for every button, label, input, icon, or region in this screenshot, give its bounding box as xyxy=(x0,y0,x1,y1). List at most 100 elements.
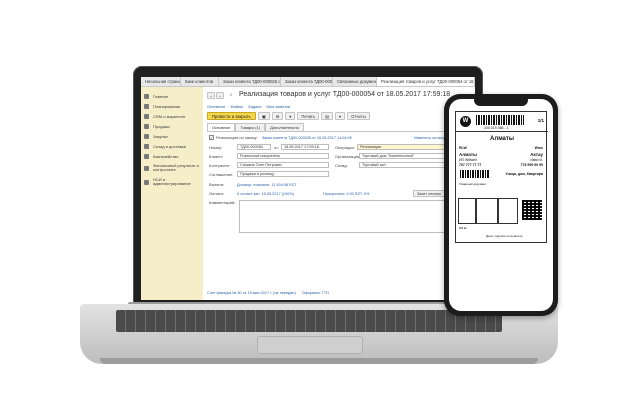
post-icon[interactable]: ⊞ xyxy=(271,112,284,120)
touchpad xyxy=(257,336,363,354)
tab-bank[interactable]: Банк клиентов xyxy=(181,77,219,86)
sidebar-item-purchases[interactable]: Закупки xyxy=(141,131,203,141)
payment-offset-button[interactable]: Зачет оплаты xyxy=(413,190,445,197)
attach-icon[interactable]: ▤ xyxy=(321,112,333,120)
keyboard xyxy=(116,310,502,332)
tab-sales[interactable]: Реализация товаров и услуг ТД00-000054 о… xyxy=(377,77,475,86)
shipping-label: W 200 019 366 - 1 1/1 Алматы RLW Алматы … xyxy=(455,111,548,243)
org-label: Организация: xyxy=(335,153,361,159)
chart-icon xyxy=(144,165,149,171)
more-dropdown[interactable]: ▾ xyxy=(335,112,346,120)
invoice-link[interactable]: Счет фактура № 60 от 18 мая 2017 г. (не … xyxy=(207,291,296,295)
from-label: от: xyxy=(274,144,280,150)
sidebar-item-finance[interactable]: Финансовый результат и контроллинг xyxy=(141,161,203,175)
link-tasks[interactable]: Задачи xyxy=(248,104,261,109)
sidebar-item-warehouse[interactable]: Склад и доставка xyxy=(141,141,203,151)
sidebar-item-planning[interactable]: Планирование xyxy=(141,101,203,111)
print-button[interactable]: Печать xyxy=(297,112,320,120)
sidebar-item-treasury[interactable]: Казначейство xyxy=(141,151,203,161)
sidebar-item-sales[interactable]: Продажи xyxy=(141,121,203,131)
operation-select[interactable]: Реализация xyxy=(357,144,453,150)
tab-bar: Начальная страница Банк клиентов Заказ к… xyxy=(141,77,475,87)
sidebar-item-admin[interactable]: НСИ и администрирование xyxy=(141,175,203,189)
contractor-label: Контрагент: xyxy=(209,162,231,168)
sender-phone: 707 777 77 77 xyxy=(459,163,482,167)
agreement-field[interactable]: Продажи в розницу xyxy=(237,171,329,177)
save-icon[interactable]: ▣ xyxy=(257,112,270,120)
number-label: Номер: xyxy=(209,144,223,150)
signature-note: Дата, подпись получателя xyxy=(486,234,523,238)
phone-notch xyxy=(474,99,528,106)
sidebar-item-label: Казначейство xyxy=(153,153,179,159)
sidebar: Главное Планирование CRM и маркетинг Про… xyxy=(141,87,203,300)
section-links: Основное Файлы Задачи Мои заметки xyxy=(207,104,290,109)
org-field[interactable]: Торговый дом "Комплексный" xyxy=(359,153,455,159)
warehouse-field[interactable]: Торговый зал xyxy=(359,162,455,168)
label-cell-3 xyxy=(498,198,518,224)
menu-icon xyxy=(144,93,149,99)
ttn-link[interactable]: Оформить ТТН xyxy=(302,291,329,295)
basket-icon xyxy=(144,133,149,139)
payment-link[interactable]: К оплате зап. 18.05.2017 (100%) xyxy=(237,192,323,196)
sidebar-item-crm[interactable]: CRM и маркетинг xyxy=(141,111,203,121)
link-main[interactable]: Основное xyxy=(207,104,225,109)
cart-icon xyxy=(144,123,149,129)
sidebar-item-label: Закупки xyxy=(153,133,168,139)
number-field[interactable]: ТД00-000054 xyxy=(237,144,271,150)
qr-code xyxy=(522,200,542,220)
currency-link[interactable]: Договор: в валюте, 11 504.98 RZT xyxy=(237,183,297,187)
page-title: Реализация товаров и услуг ТД00-000054 о… xyxy=(239,91,451,98)
back-button[interactable]: ← xyxy=(207,92,215,99)
order-link[interactable]: Заказ клиента ТД00-000026 от 16.05.2017 … xyxy=(262,136,414,140)
logo-icon: W xyxy=(460,116,471,127)
contractor-field[interactable]: Сизиков Олег Петрович xyxy=(237,162,329,168)
people-icon xyxy=(144,113,149,119)
post-and-close-button[interactable]: Провести и закрыть xyxy=(207,112,256,120)
tab-order-2[interactable]: Заказ клиента ТД00-000026 от ... xyxy=(281,77,333,86)
sidebar-item-label: Финансовый результат и контроллинг xyxy=(153,163,199,172)
barcode-number: 200 019 366 - 1 xyxy=(484,126,509,130)
recipient-city: Актау xyxy=(530,152,543,157)
operation-label: Операция: xyxy=(335,144,355,150)
form-area: ✓ Реализация по заказу Заказ клиента ТД0… xyxy=(207,131,471,281)
link-notes[interactable]: Мои заметки xyxy=(266,104,290,109)
sidebar-item-label: Главное xyxy=(153,93,169,99)
sidebar-item-label: Планирование xyxy=(153,103,181,109)
recipient-name: Иван И. xyxy=(530,158,543,162)
create-based-button[interactable]: ▾ xyxy=(285,112,296,120)
sidebar-item-label: Продажи xyxy=(153,123,170,129)
client-field[interactable]: Розничный покупатель xyxy=(237,153,329,159)
calendar-icon xyxy=(144,103,149,109)
warehouse-label: Склад: xyxy=(335,162,348,168)
reports-button[interactable]: Отчеты xyxy=(347,112,370,120)
warehouse-icon xyxy=(144,143,149,149)
sidebar-item-main[interactable]: Главное xyxy=(141,91,203,101)
currency-label: Валюта: xyxy=(209,182,225,187)
weight: 0.0 кг xyxy=(459,226,467,230)
laptop-foot xyxy=(100,358,538,364)
link-files[interactable]: Файлы xyxy=(230,104,243,109)
label-header: W 200 019 366 - 1 1/1 xyxy=(456,112,548,132)
star-icon[interactable]: ☆ xyxy=(227,92,235,99)
currency-row: Валюта: Договор: в валюте, 11 504.98 RZT xyxy=(209,182,297,187)
sidebar-item-label: НСИ и администрирование xyxy=(153,177,191,186)
tab-related[interactable]: Связанные документы xyxy=(333,77,377,86)
comment-field[interactable] xyxy=(239,200,465,233)
debt-link[interactable]: Просрочено: 0.00 RZT, 0% xyxy=(323,192,413,196)
date-field[interactable]: 18.05.2017 17:59:18 xyxy=(281,144,329,150)
phone-screen: W 200 019 366 - 1 1/1 Алматы RLW Алматы … xyxy=(449,99,553,311)
tab-home[interactable]: Начальная страница xyxy=(141,77,181,86)
sidebar-item-label: CRM и маркетинг xyxy=(153,113,186,119)
agreement-label: Соглашение: xyxy=(209,171,234,177)
sender-title: RLW xyxy=(459,146,467,150)
barcode xyxy=(476,115,524,125)
change-payment-link[interactable]: Изменить оплату xyxy=(414,136,444,140)
forward-button[interactable]: → xyxy=(216,92,224,99)
recipient-title: Wms xyxy=(534,146,543,150)
tab-order-1[interactable]: Заказ клиента ТД00-000026 от 16.05.2017 … xyxy=(219,77,281,86)
payment-label: Оплата: xyxy=(209,191,224,196)
label-cell-2 xyxy=(476,198,498,224)
issued-checkbox[interactable]: ✓ xyxy=(209,135,214,140)
page-number: 1/1 xyxy=(537,118,544,123)
destination-city: Алматы xyxy=(490,136,514,142)
